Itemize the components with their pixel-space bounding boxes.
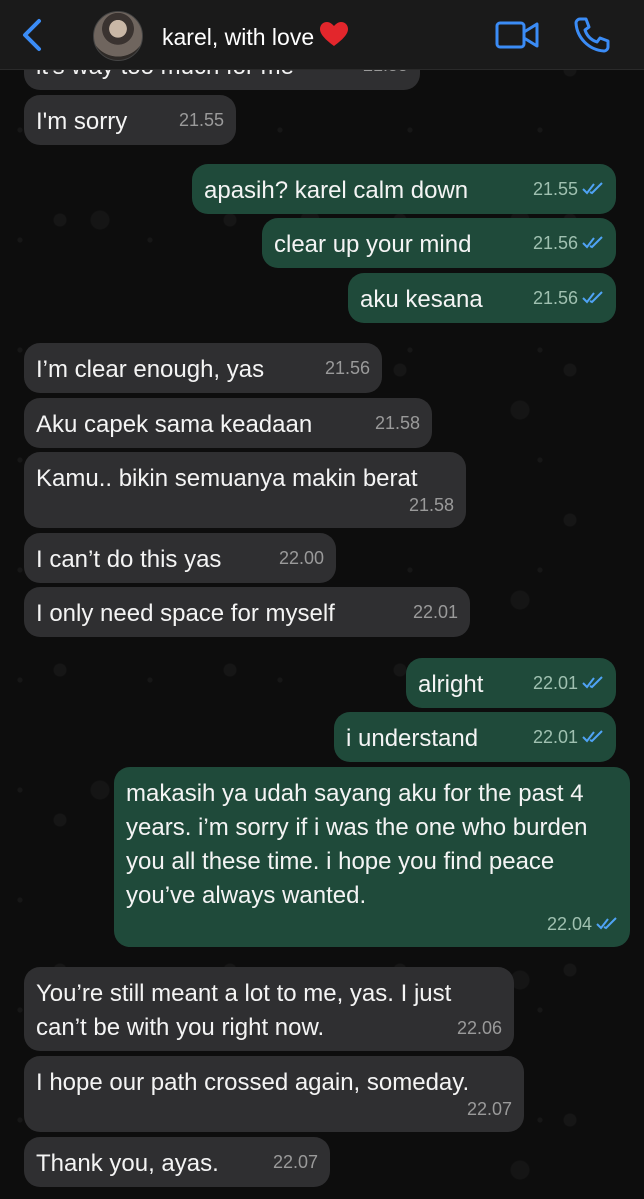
message-time: 22.07 <box>272 1152 318 1172</box>
message-incoming[interactable]: I can’t do this yas 22.00 <box>24 533 336 583</box>
message-time: 22.01 <box>533 720 604 754</box>
message-time: 22.01 <box>412 602 458 622</box>
message-outgoing[interactable]: alright 22.01 <box>406 658 616 708</box>
avatar[interactable] <box>93 11 143 61</box>
read-receipt-icon <box>596 917 617 930</box>
message-time: 21.55 <box>178 110 224 130</box>
message-incoming[interactable]: I’m clear enough, yas 21.56 <box>24 343 382 393</box>
message-text: makasih ya udah sayang aku for the past … <box>126 780 588 909</box>
message-outgoing[interactable]: makasih ya udah sayang aku for the past … <box>114 767 630 947</box>
read-receipt-icon <box>582 236 603 249</box>
message-incoming[interactable]: Thank you, ayas. 22.07 <box>24 1137 330 1187</box>
chat-title-text: karel, with love <box>162 24 315 50</box>
voice-call-button[interactable] <box>572 15 612 55</box>
message-text: I’m clear enough, yas <box>36 356 265 383</box>
message-time: 21.58 <box>408 495 454 515</box>
message-outgoing[interactable]: clear up your mind 21.56 <box>262 218 616 268</box>
message-time: 22.00 <box>278 548 324 568</box>
message-text: You’re still meant a lot to me, yas. I j… <box>36 980 452 1041</box>
message-time: 21.56 <box>324 358 370 378</box>
message-time: 22.06 <box>456 1018 502 1038</box>
message-text: I only need space for myself <box>36 600 335 627</box>
read-receipt-icon <box>582 182 603 195</box>
read-receipt-icon <box>582 291 603 304</box>
message-incoming[interactable]: Aku capek sama keadaan 21.58 <box>24 398 432 448</box>
message-time: 22.07 <box>466 1099 512 1119</box>
phone-icon <box>574 17 610 53</box>
message-outgoing[interactable]: aku kesana 21.56 <box>348 273 616 323</box>
message-time: 21.55 <box>533 172 604 206</box>
message-text: Aku capek sama keadaan <box>36 411 313 438</box>
message-incoming[interactable]: I'm sorry 21.55 <box>24 95 236 145</box>
message-incoming[interactable]: I hope our path crossed again, someday. … <box>24 1056 524 1132</box>
message-incoming[interactable]: Kamu.. bikin semuanya makin berat 21.58 <box>24 452 466 528</box>
read-receipt-icon <box>582 676 603 689</box>
message-time: 22.04 <box>547 907 618 941</box>
message-time: 21.56 <box>533 226 604 260</box>
message-time: 22.01 <box>533 666 604 700</box>
message-incoming[interactable]: I only need space for myself 22.01 <box>24 587 470 637</box>
message-text: Kamu.. bikin semuanya makin berat <box>36 465 418 492</box>
video-call-button[interactable] <box>494 18 540 52</box>
read-receipt-icon <box>582 730 603 743</box>
message-incoming[interactable]: You’re still meant a lot to me, yas. I j… <box>24 967 514 1051</box>
chat-title[interactable]: karel, with love <box>162 22 349 51</box>
back-button[interactable] <box>14 16 50 54</box>
video-camera-icon <box>495 21 539 49</box>
message-time: 21.58 <box>374 413 420 433</box>
chevron-left-icon <box>23 19 41 51</box>
heart-icon <box>320 22 349 46</box>
chat-header: karel, with love <box>0 0 644 70</box>
message-outgoing[interactable]: apasih? karel calm down 21.55 <box>192 164 616 214</box>
message-text: I hope our path crossed again, someday. <box>36 1069 470 1096</box>
message-time: 21.56 <box>533 281 604 315</box>
message-outgoing[interactable]: i understand 22.01 <box>334 712 616 762</box>
